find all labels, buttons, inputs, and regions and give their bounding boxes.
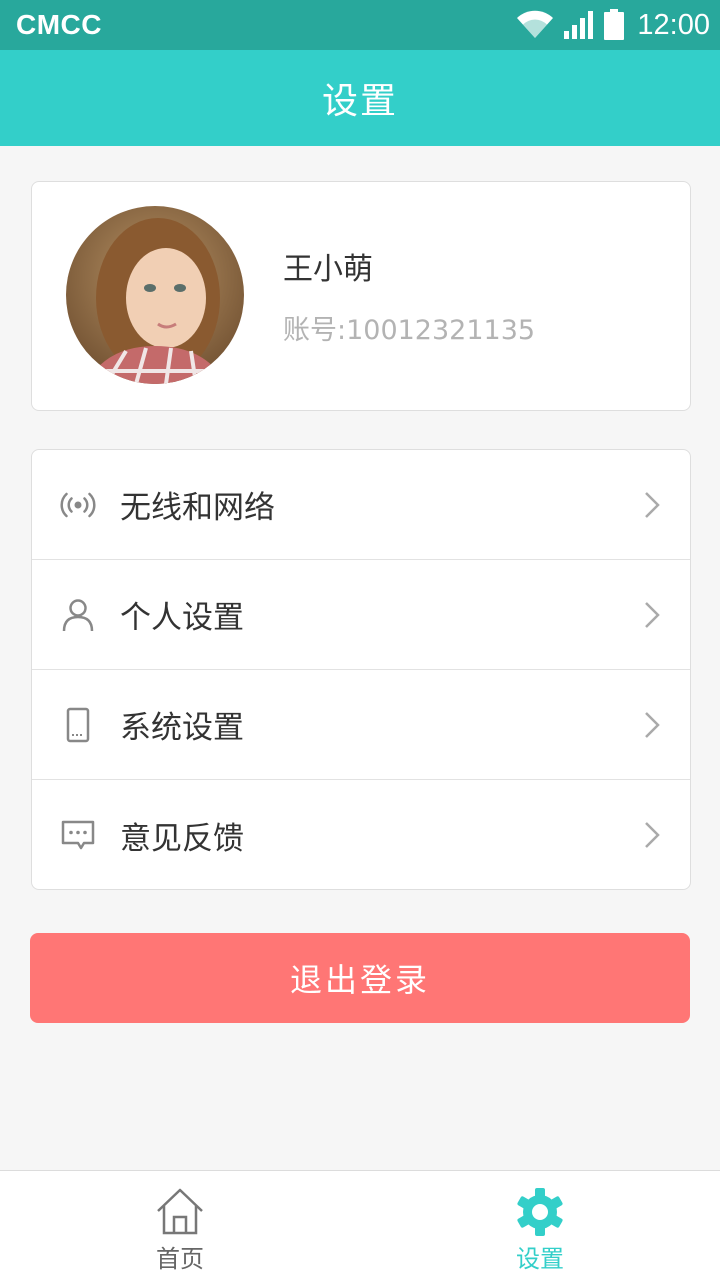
tab-label: 设置 <box>516 1245 564 1273</box>
avatar <box>66 206 244 384</box>
status-bar: CMCC 12:00 <box>0 0 720 50</box>
battery-icon <box>603 9 625 41</box>
title-bar: 设置 <box>0 50 720 146</box>
chevron-right-icon <box>642 820 662 850</box>
status-icons: 12:00 <box>515 9 710 42</box>
menu-item-label: 系统设置 <box>120 710 244 746</box>
menu-item-label: 个人设置 <box>120 600 244 636</box>
home-icon <box>154 1187 206 1237</box>
user-account: 账号:10012321135 <box>283 315 536 346</box>
tab-home[interactable]: 首页 <box>100 1171 260 1280</box>
tab-label: 首页 <box>156 1245 204 1273</box>
chevron-right-icon <box>642 710 662 740</box>
menu-item-label: 无线和网络 <box>120 490 275 526</box>
feedback-icon <box>60 817 96 853</box>
signal-icon <box>563 10 595 40</box>
settings-menu: 无线和网络 个人设置 系统设置 意见反馈 <box>31 449 691 890</box>
wifi-icon <box>515 10 555 40</box>
menu-item-label: 意见反馈 <box>120 820 244 857</box>
chevron-right-icon <box>642 600 662 630</box>
carrier-label: CMCC <box>16 9 102 40</box>
menu-item-wireless-network[interactable]: 无线和网络 <box>32 450 690 560</box>
person-icon <box>60 597 96 633</box>
tab-settings[interactable]: 设置 <box>460 1171 620 1280</box>
wireless-icon <box>60 487 96 523</box>
user-name: 王小萌 <box>283 252 373 287</box>
menu-item-personal-settings[interactable]: 个人设置 <box>32 560 690 670</box>
menu-item-feedback[interactable]: 意见反馈 <box>32 780 690 890</box>
bottom-tab-bar: 首页 设置 <box>0 1170 720 1280</box>
menu-item-system-settings[interactable]: 系统设置 <box>32 670 690 780</box>
phone-icon <box>60 707 96 743</box>
clock: 12:00 <box>637 8 710 41</box>
page-title: 设置 <box>321 81 398 122</box>
chevron-right-icon <box>642 490 662 520</box>
profile-card[interactable]: 王小萌 账号:10012321135 <box>31 181 691 411</box>
logout-button[interactable]: 退出登录 <box>30 933 690 1023</box>
gear-icon <box>514 1187 566 1237</box>
